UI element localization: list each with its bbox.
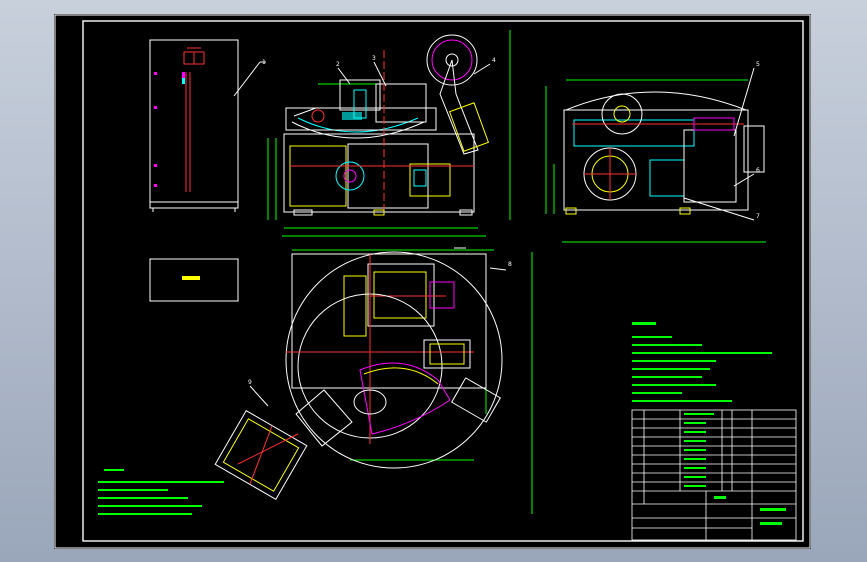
balloon-labels: 1 2 3 4 5 6 7 8 9: [248, 55, 760, 386]
drawing-sheet: 1 2 3 4 5 6 7 8 9: [54, 14, 811, 549]
balloon-8: 8: [508, 261, 512, 268]
main-elevation: [267, 30, 511, 237]
cabinet-front-view: [149, 39, 266, 212]
balloon-1: 1: [262, 59, 266, 66]
balloon-4: 4: [492, 57, 496, 64]
plan-view: [214, 247, 533, 514]
cabinet-plan-view: [149, 258, 239, 302]
balloon-2: 2: [336, 61, 340, 68]
balloon-3: 3: [372, 55, 376, 62]
balloon-5: 5: [756, 61, 760, 68]
drawing-canvas: 1 2 3 4 5 6 7 8 9: [54, 14, 811, 549]
balloon-6: 6: [756, 167, 760, 174]
title-block-fills: [684, 413, 786, 525]
technical-notes: [98, 322, 772, 515]
inner-border: [82, 20, 804, 542]
title-block: [631, 409, 797, 541]
balloon-9: 9: [248, 379, 252, 386]
balloon-7: 7: [756, 213, 760, 220]
side-elevation: [545, 67, 766, 243]
